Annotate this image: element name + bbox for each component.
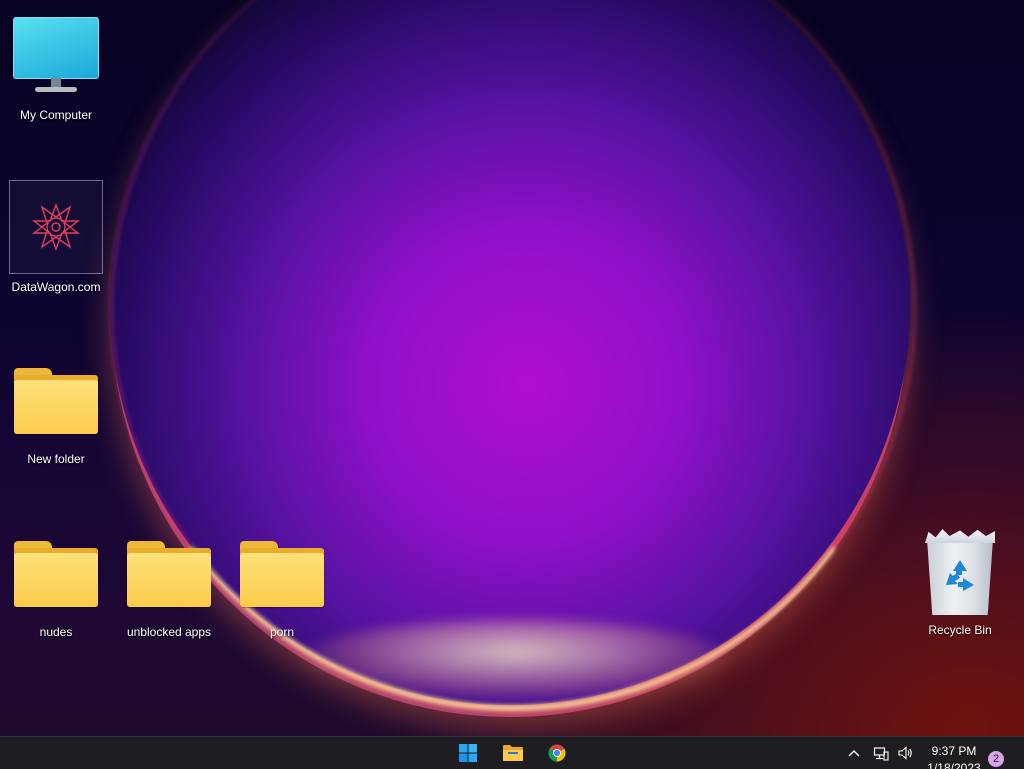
desktop-icon-new-folder[interactable]: New folder (6, 358, 106, 466)
desktop-wallpaper (0, 0, 1024, 768)
file-explorer-icon (503, 745, 523, 761)
monitor-icon (13, 14, 99, 100)
volume-button[interactable] (894, 737, 916, 769)
desktop-icon-label: porn (269, 625, 295, 639)
wallpaper-orb-rim (110, 0, 916, 711)
desktop-icon-label: Recycle Bin (928, 623, 992, 637)
chrome-button[interactable] (545, 741, 569, 765)
windows-start-icon (459, 744, 477, 762)
show-hidden-icons-button[interactable] (842, 737, 866, 769)
datawagon-logo-icon (9, 180, 103, 274)
folder-icon (239, 531, 325, 617)
desktop-icon-label: My Computer (19, 108, 93, 122)
chevron-up-icon (848, 750, 860, 757)
desktop-icon-label: DataWagon.com (11, 280, 101, 294)
windows-start-button[interactable] (456, 741, 480, 765)
desktop-icon-my-computer[interactable]: My Computer (6, 14, 106, 122)
desktop-icon-label: unblocked apps (126, 625, 212, 639)
desktop-icon-label: nudes (39, 625, 73, 639)
folder-icon (13, 531, 99, 617)
notification-badge[interactable]: 2 (988, 751, 1004, 767)
taskbar-clock[interactable]: 9:37 PM 1/18/2023 (916, 743, 992, 769)
network-button[interactable] (870, 737, 892, 769)
taskbar: 9:37 PM 1/18/2023 (0, 736, 1024, 769)
chrome-icon (548, 744, 566, 762)
volume-icon (898, 746, 912, 760)
folder-icon (13, 358, 99, 444)
desktop-icon-unblocked-apps-folder[interactable]: unblocked apps (119, 531, 219, 639)
network-icon (873, 747, 889, 761)
desktop-icon-label: New folder (27, 452, 85, 466)
desktop-icon-recycle-bin[interactable]: Recycle Bin (910, 527, 1010, 637)
desktop-icon-nudes-folder[interactable]: nudes (6, 531, 106, 639)
folder-icon (126, 531, 212, 617)
desktop-icon-porn-folder[interactable]: porn (232, 531, 332, 639)
recycle-bin-icon (917, 527, 1003, 617)
file-explorer-button[interactable] (501, 741, 525, 765)
desktop-icon-datawagon[interactable]: DataWagon.com (6, 180, 106, 294)
clock-time: 9:37 PM (931, 744, 977, 758)
wallpaper-orb-glow (300, 620, 730, 700)
